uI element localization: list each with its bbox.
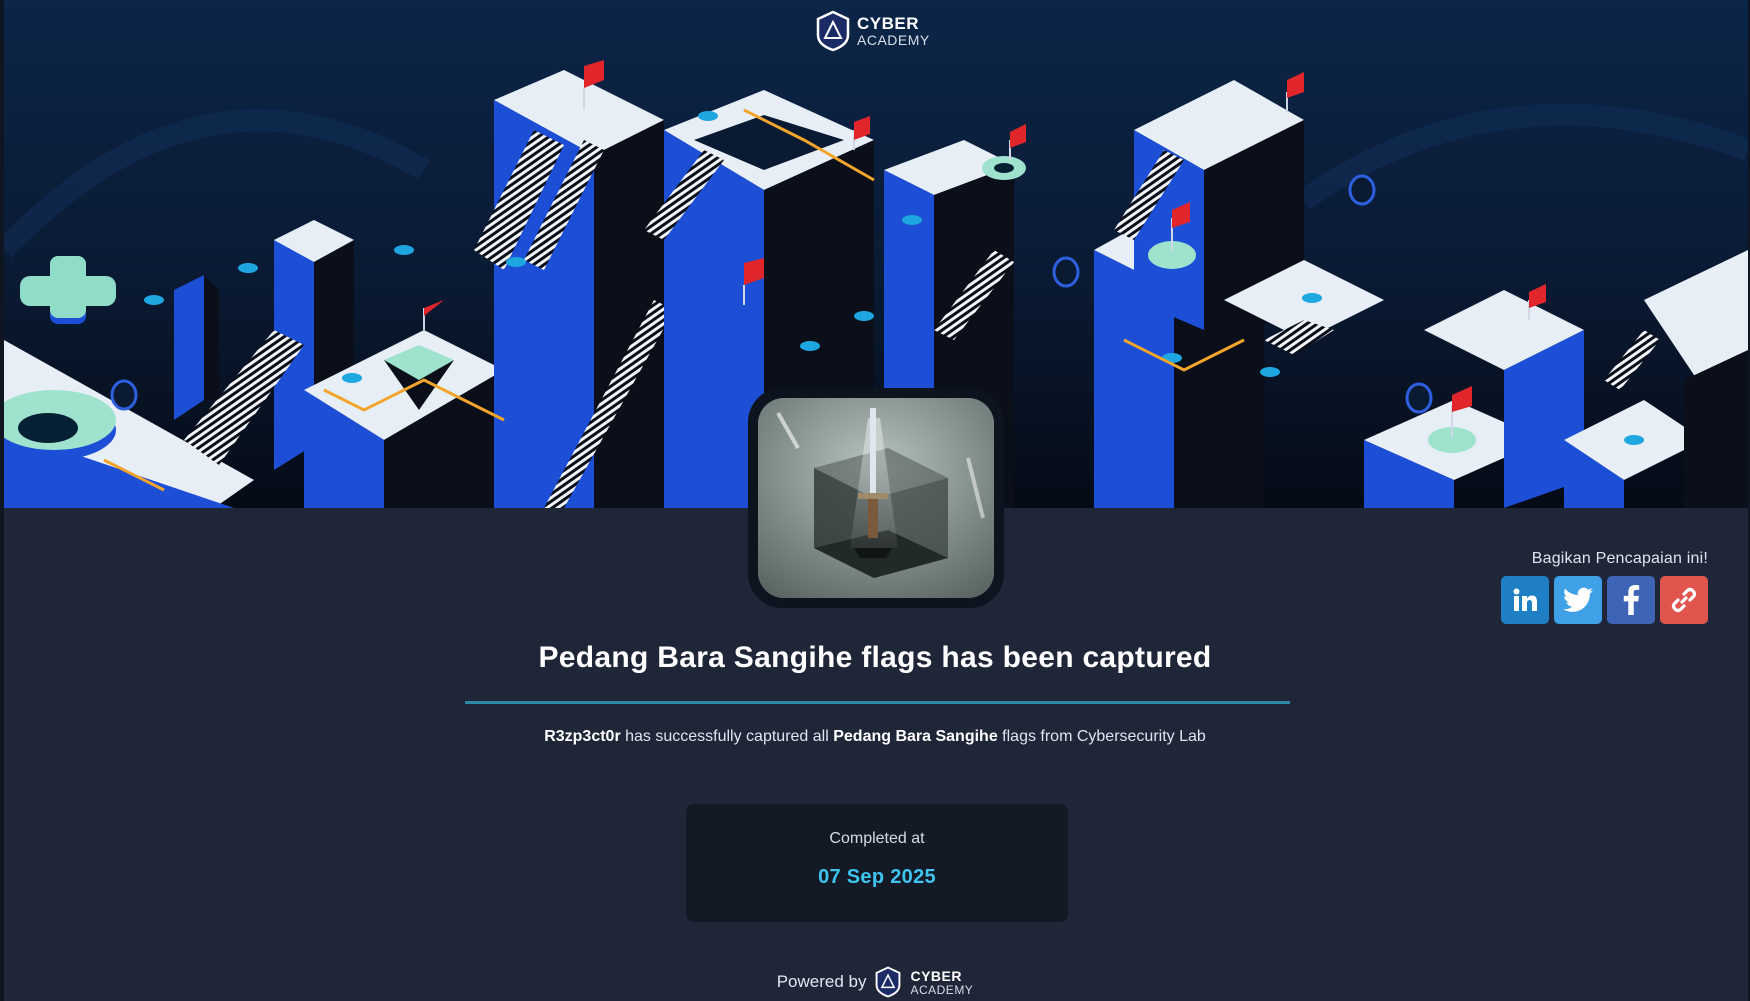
achievement-description: R3zp3ct0r has successfully captured all … — [0, 728, 1750, 746]
twitter-icon — [1563, 587, 1593, 612]
linkedin-icon — [1513, 588, 1537, 611]
footer-powered-by: Powered by CYBER ACADEMY — [0, 966, 1750, 998]
footer-brand-wordmark[interactable]: CYBER ACADEMY — [910, 969, 973, 996]
link-icon — [1671, 587, 1697, 613]
brand-wordmark: CYBER ACADEMY — [857, 15, 930, 47]
completed-date: 07 Sep 2025 — [818, 866, 936, 888]
sword-in-glass-cube-badge-image — [758, 398, 994, 598]
share-twitter-button[interactable] — [1554, 576, 1602, 624]
share-label: Bagikan Pencapaian ini! — [1531, 550, 1708, 567]
title-divider — [465, 701, 1290, 704]
username: R3zp3ct0r — [544, 728, 621, 745]
share-buttons — [1501, 576, 1708, 624]
brand-name-line1: CYBER — [857, 14, 920, 33]
cyber-academy-shield-icon — [816, 10, 850, 52]
facebook-icon — [1623, 585, 1640, 615]
copy-link-button[interactable] — [1660, 576, 1708, 624]
achievement-page: CYBER ACADEMY Bagikan Pencapaian ini! Pe… — [0, 0, 1750, 1001]
achievement-badge — [748, 388, 1004, 608]
share-section: Bagikan Pencapaian ini! — [1501, 550, 1708, 624]
footer-brand-line2: ACADEMY — [910, 982, 974, 997]
share-facebook-button[interactable] — [1607, 576, 1655, 624]
completed-label: Completed at — [829, 830, 925, 847]
description-text-1: has successfully captured all — [620, 728, 834, 745]
achievement-title: Pedang Bara Sangihe flags has been captu… — [538, 641, 1212, 674]
header-logo[interactable]: CYBER ACADEMY — [815, 10, 930, 52]
challenge-name: Pedang Bara Sangihe — [833, 728, 998, 745]
description-text-2: flags from Cybersecurity Lab — [997, 728, 1206, 745]
cyber-academy-shield-icon — [876, 966, 901, 998]
powered-by-label: Powered by — [776, 972, 867, 991]
completed-card: Completed at 07 Sep 2025 — [686, 804, 1068, 922]
footer-brand-line1: CYBER — [910, 967, 962, 984]
share-linkedin-button[interactable] — [1501, 576, 1549, 624]
brand-name-line2: ACADEMY — [857, 32, 930, 48]
